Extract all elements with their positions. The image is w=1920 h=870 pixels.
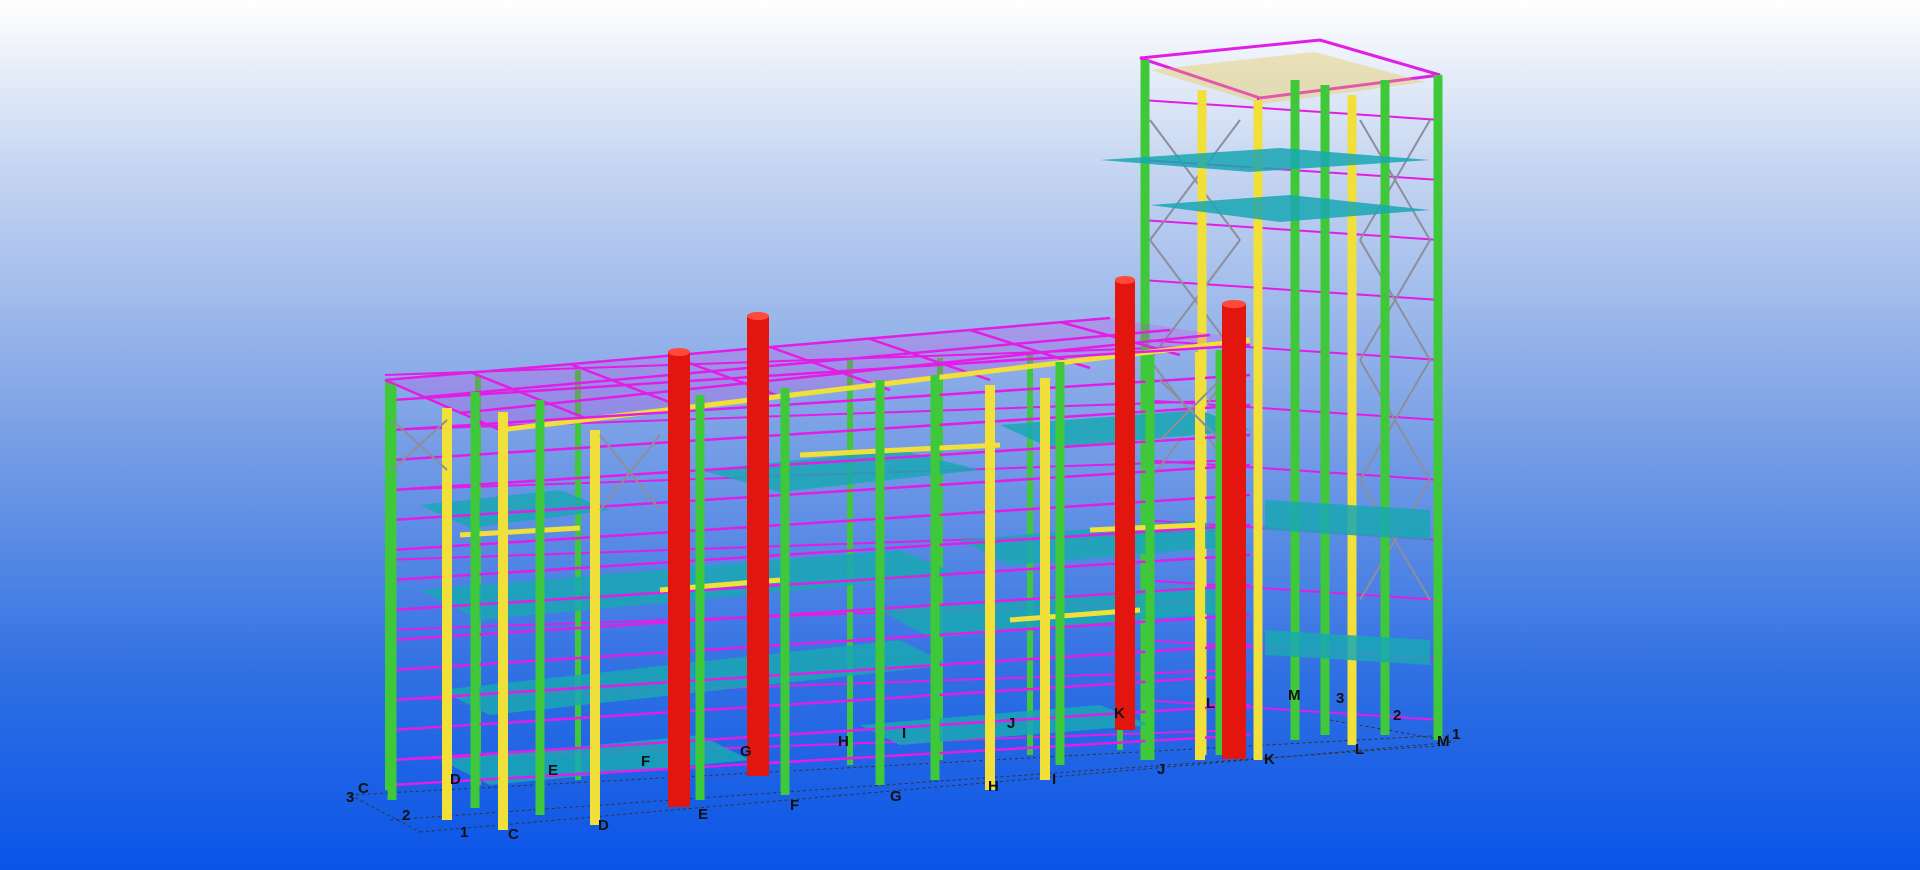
grid-label-left-C: C <box>358 780 369 797</box>
grid-label-front-F: F <box>790 797 799 814</box>
grid-label-front-J: J <box>1157 761 1165 778</box>
grid-label-back-K: K <box>1114 705 1125 722</box>
grid-label-back-J: J <box>1007 715 1015 732</box>
3d-model-viewport[interactable]: C D E F G H I J K L M 1 D E F G H I J K … <box>0 0 1920 870</box>
grid-label-front-I: I <box>1052 771 1056 788</box>
grid-label-back-D: D <box>450 771 461 788</box>
vessel-1 <box>668 352 690 807</box>
grid-label-front-L: L <box>1355 741 1364 758</box>
grid-label-front-M: M <box>1437 733 1450 750</box>
steel-structure-model[interactable]: C D E F G H I J K L M 1 D E F G H I J K … <box>0 0 1920 870</box>
grid-label-front-K: K <box>1264 751 1275 768</box>
grid-label-left-2: 2 <box>402 807 410 824</box>
grid-label-back-E: E <box>548 762 558 779</box>
grid-label-left-3: 3 <box>346 789 354 806</box>
grid-label-back-M: M <box>1288 687 1301 704</box>
grid-label-front-D: D <box>598 817 609 834</box>
grid-label-back-F: F <box>641 753 650 770</box>
grid-label-front-G: G <box>890 788 902 805</box>
grid-label-front-C: C <box>508 826 519 843</box>
grid-label-front-H: H <box>988 778 999 795</box>
grid-label-back-H: H <box>838 733 849 750</box>
grid-label-back-G: G <box>740 743 752 760</box>
grid-label-back-L: L <box>1206 695 1215 712</box>
vessel-4 <box>1222 304 1246 759</box>
grid-label-left-1: 1 <box>460 824 468 841</box>
grid-label-back-I: I <box>902 725 906 742</box>
grid-label-front-E: E <box>698 806 708 823</box>
grid-label-front-1: 1 <box>1452 726 1460 743</box>
grid-label-right-2: 2 <box>1393 707 1401 724</box>
grid-label-right-3: 3 <box>1336 690 1344 707</box>
vessel-2 <box>747 316 769 776</box>
vessel-3 <box>1115 280 1135 730</box>
